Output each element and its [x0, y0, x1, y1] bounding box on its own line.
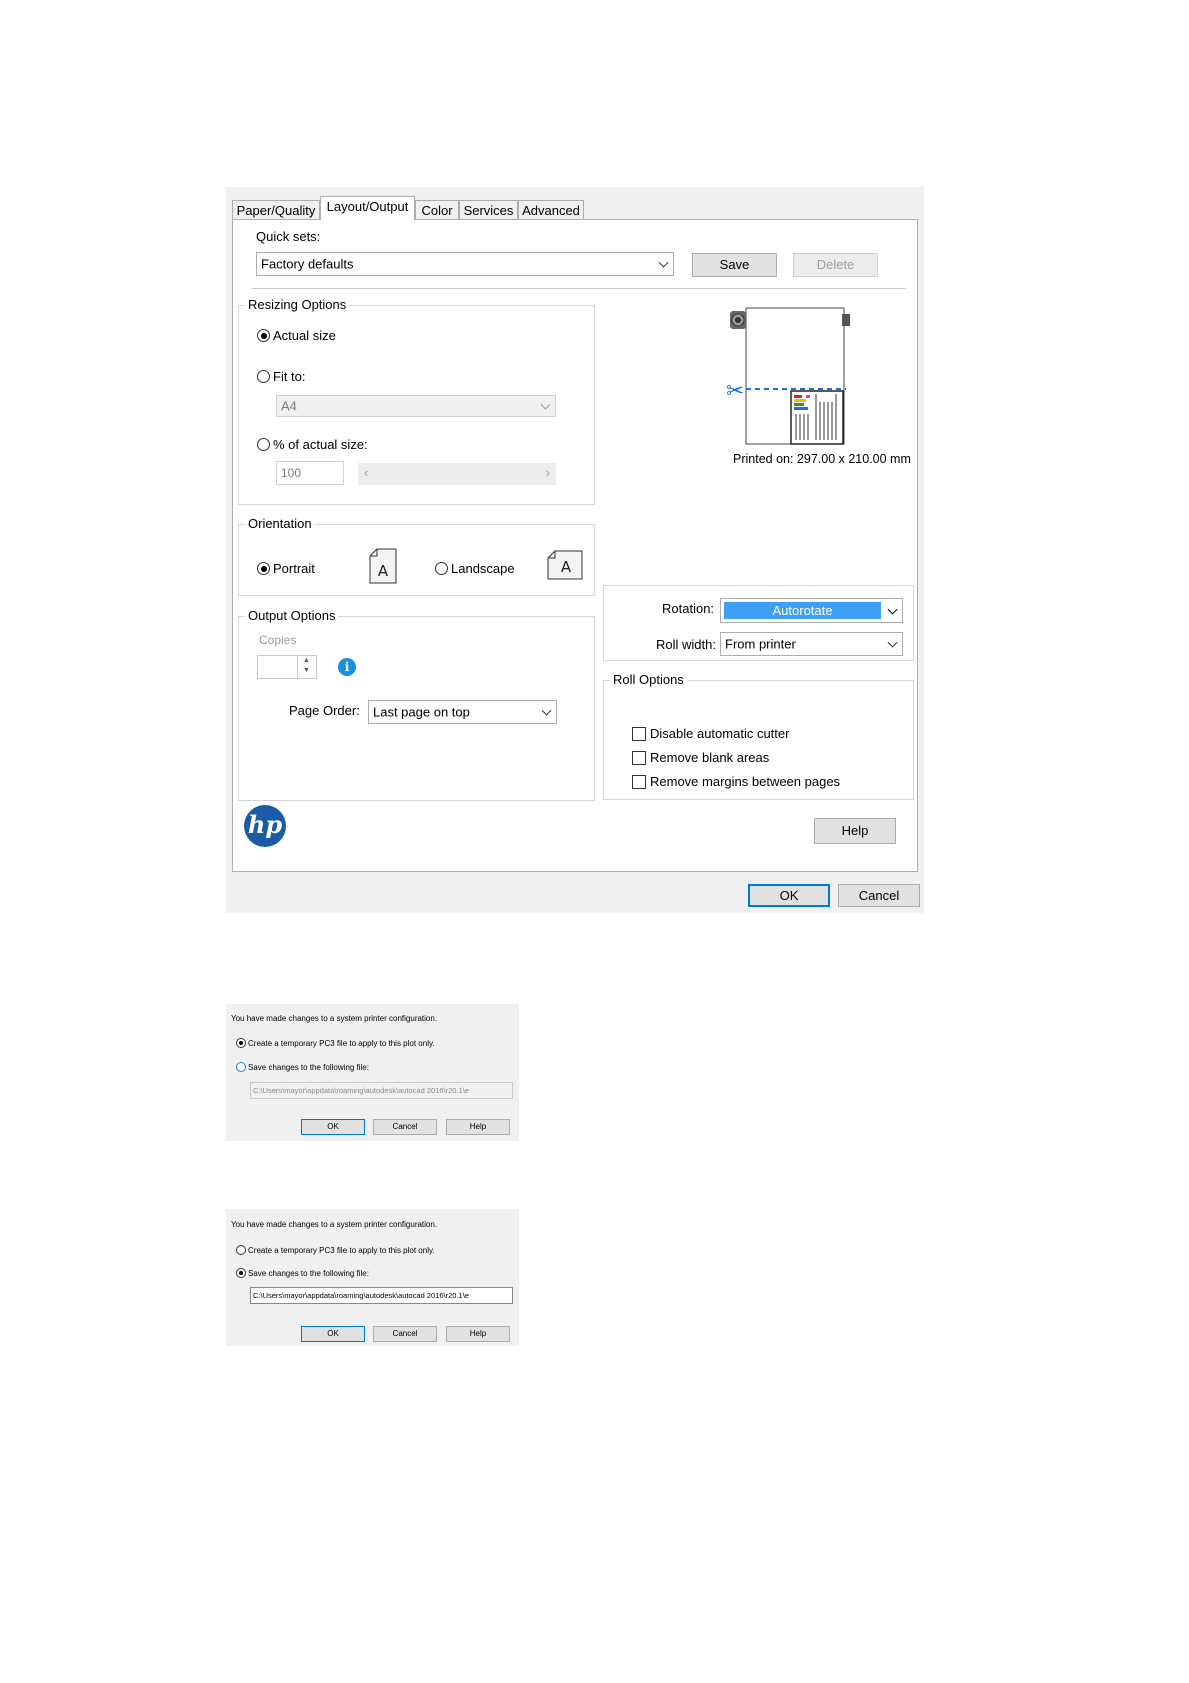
quick-sets-value: Factory defaults	[261, 256, 354, 272]
config-dialog-temp: You have made changes to a system printe…	[226, 1004, 519, 1141]
config-ok-button[interactable]: OK	[301, 1326, 365, 1342]
temp-pc3-radio[interactable]	[236, 1245, 246, 1255]
ok-button[interactable]: OK	[748, 884, 830, 907]
slider-left-arrow-icon[interactable]: ‹	[364, 465, 368, 480]
remove-blank-areas-checkbox[interactable]	[632, 751, 646, 765]
chevron-down-icon	[887, 637, 898, 648]
portrait-page-icon: A	[368, 548, 398, 584]
save-quickset-button[interactable]: Save	[692, 253, 777, 277]
output-options-title: Output Options	[245, 608, 339, 624]
percent-size-value: 100	[281, 466, 302, 480]
divider	[252, 288, 906, 289]
percent-size-input[interactable]: 100	[276, 461, 344, 485]
rotation-label: Rotation:	[662, 601, 715, 616]
config-file-path[interactable]: C:\Users\mayor\appdata\roaming\autodesk\…	[250, 1287, 513, 1304]
landscape-radio[interactable]	[435, 562, 448, 575]
remove-blank-areas-label: Remove blank areas	[650, 750, 770, 765]
actual-size-radio[interactable]	[257, 329, 270, 342]
copies-label: Copies	[259, 633, 297, 647]
percent-size-label: % of actual size:	[273, 437, 368, 452]
fit-to-value: A4	[281, 398, 297, 414]
chevron-down-icon	[887, 604, 898, 615]
printed-on-label: Printed on: 297.00 x 210.00 mm	[733, 452, 911, 466]
roll-preview-svg: ✂	[726, 307, 850, 445]
chevron-down-icon	[541, 705, 552, 716]
fit-to-label: Fit to:	[273, 369, 306, 384]
portrait-icon-letter: A	[378, 562, 389, 580]
config-cancel-button[interactable]: Cancel	[373, 1326, 437, 1342]
portrait-radio[interactable]	[257, 562, 270, 575]
fit-to-select[interactable]: A4	[276, 395, 556, 417]
save-changes-radio[interactable]	[236, 1062, 246, 1072]
save-changes-radio[interactable]	[236, 1268, 246, 1278]
roll-width-select[interactable]: From printer	[720, 632, 903, 656]
save-changes-label: Save changes to the following file:	[248, 1269, 369, 1278]
config-message: You have made changes to a system printe…	[231, 1220, 438, 1229]
config-message: You have made changes to a system printe…	[231, 1014, 438, 1023]
tab-color[interactable]: Color	[415, 200, 459, 220]
tab-layout-output[interactable]: Layout/Output	[320, 196, 415, 220]
quick-sets-label: Quick sets:	[256, 229, 321, 244]
spinner-down-icon[interactable]: ▼	[303, 667, 310, 674]
temp-pc3-label: Create a temporary PC3 file to apply to …	[248, 1246, 435, 1255]
copies-spinner[interactable]: ▲ ▼	[257, 655, 317, 679]
disable-cutter-checkbox[interactable]	[632, 727, 646, 741]
chevron-down-icon	[540, 399, 551, 410]
remove-margins-label: Remove margins between pages	[650, 774, 841, 789]
delete-quickset-button[interactable]: Delete	[793, 253, 878, 277]
rotation-value: Autorotate	[772, 603, 833, 618]
tab-paper-quality[interactable]: Paper/Quality	[232, 200, 320, 220]
landscape-page-icon: A	[547, 550, 583, 580]
svg-text:✂: ✂	[726, 379, 744, 404]
roll-width-value: From printer	[725, 636, 796, 652]
config-file-path[interactable]: C:\Users\mayor\appdata\roaming\autodesk\…	[250, 1082, 513, 1099]
help-button[interactable]: Help	[814, 818, 896, 844]
disable-cutter-label: Disable automatic cutter	[650, 726, 790, 741]
orientation-title: Orientation	[245, 516, 315, 532]
landscape-icon-letter: A	[561, 558, 572, 576]
config-help-button[interactable]: Help	[446, 1119, 510, 1135]
copies-spinner-buttons[interactable]: ▲ ▼	[297, 656, 316, 678]
resizing-options-title: Resizing Options	[245, 297, 350, 313]
config-cancel-button[interactable]: Cancel	[373, 1119, 437, 1135]
tab-advanced[interactable]: Advanced	[518, 200, 584, 220]
rotation-select[interactable]: Autorotate	[720, 598, 903, 623]
page-order-select[interactable]: Last page on top	[368, 700, 557, 724]
landscape-label: Landscape	[451, 561, 515, 576]
portrait-label: Portrait	[273, 561, 315, 576]
remove-margins-checkbox[interactable]	[632, 775, 646, 789]
hp-logo: hp	[244, 805, 286, 847]
config-help-button[interactable]: Help	[446, 1326, 510, 1342]
temp-pc3-label: Create a temporary PC3 file to apply to …	[248, 1039, 435, 1048]
orientation-group	[238, 524, 595, 596]
slider-right-arrow-icon[interactable]: ›	[546, 465, 550, 480]
chevron-down-icon	[658, 257, 669, 268]
actual-size-label: Actual size	[273, 328, 336, 343]
percent-size-radio[interactable]	[257, 438, 270, 451]
roll-preview-illustration: ✂	[726, 306, 856, 450]
config-dialog-save: You have made changes to a system printe…	[226, 1209, 519, 1346]
spinner-up-icon[interactable]: ▲	[303, 657, 310, 664]
fit-to-radio[interactable]	[257, 370, 270, 383]
tab-services[interactable]: Services	[459, 200, 518, 220]
info-icon[interactable]: i	[338, 658, 356, 676]
page-order-value: Last page on top	[373, 704, 470, 720]
page-order-label: Page Order:	[289, 703, 360, 718]
roll-width-label: Roll width:	[656, 637, 716, 652]
temp-pc3-radio[interactable]	[236, 1038, 246, 1048]
config-ok-button[interactable]: OK	[301, 1119, 365, 1135]
roll-options-title: Roll Options	[610, 672, 687, 688]
cancel-button[interactable]: Cancel	[838, 884, 920, 907]
percent-size-slider[interactable]: ‹ ›	[358, 463, 556, 485]
quick-sets-select[interactable]: Factory defaults	[256, 252, 674, 276]
save-changes-label: Save changes to the following file:	[248, 1063, 369, 1072]
